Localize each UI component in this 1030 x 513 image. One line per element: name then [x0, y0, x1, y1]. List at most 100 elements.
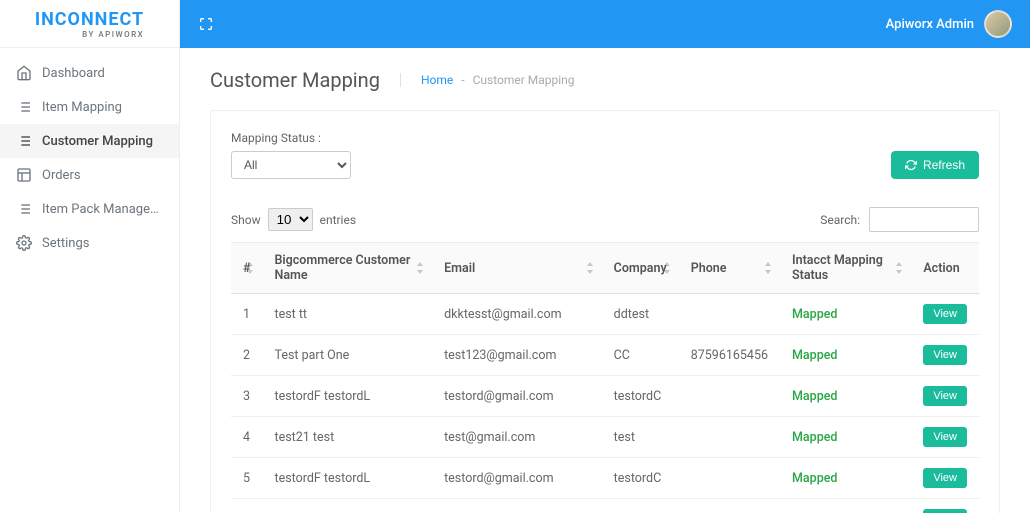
row-index: 6: [231, 499, 262, 513]
mapping-status: Mapped: [780, 335, 911, 376]
row-index: 1: [231, 294, 262, 335]
customer-name: testordF testordL: [262, 458, 432, 499]
table-row: 3testordF testordLtestord@gmail.comtesto…: [231, 376, 979, 417]
view-button[interactable]: View: [923, 386, 967, 406]
table-row: 2Test part Onetest123@gmail.comCC8759616…: [231, 335, 979, 376]
sidebar-item-dashboard[interactable]: Dashboard: [0, 56, 179, 90]
fullscreen-icon[interactable]: [198, 16, 214, 32]
logo-sub: BY APIWORX: [35, 30, 144, 39]
mapping-status: Mapped: [780, 294, 911, 335]
company: testordC: [602, 458, 679, 499]
column-header[interactable]: Intacct Mapping Status: [780, 243, 911, 294]
customer-name: test21 test: [262, 417, 432, 458]
logo-main: INCONNECT: [35, 9, 144, 30]
company: test: [602, 417, 679, 458]
phone: 87596165456: [679, 335, 780, 376]
column-header[interactable]: Company: [602, 243, 679, 294]
user-name[interactable]: Apiworx Admin: [886, 17, 974, 32]
mapping-status: Mapped: [780, 458, 911, 499]
email: dkktesst@gmail.com: [432, 294, 602, 335]
view-button[interactable]: View: [923, 468, 967, 488]
sidebar-item-settings[interactable]: Settings: [0, 226, 179, 260]
email: Dkktet@gmail.com: [432, 499, 602, 513]
customer-table: #Bigcommerce Customer NameEmailCompanyPh…: [231, 242, 979, 513]
orders-icon: [16, 167, 32, 183]
column-header[interactable]: Bigcommerce Customer Name: [262, 243, 432, 294]
refresh-label: Refresh: [923, 158, 965, 172]
sidebar-item-label: Item Pack Management...: [42, 202, 163, 217]
column-header[interactable]: #: [231, 243, 262, 294]
mapping-status-select[interactable]: All: [231, 151, 351, 179]
mapping-status-filter: Mapping Status : All: [231, 131, 351, 179]
email: test@gmail.com: [432, 417, 602, 458]
page-title: Customer Mapping: [210, 68, 380, 92]
nav: Dashboard Item Mapping Customer Mapping Ord…: [0, 48, 179, 260]
topbar: Apiworx Admin: [180, 0, 1030, 48]
column-header[interactable]: Action: [911, 243, 979, 294]
refresh-button[interactable]: Refresh: [891, 151, 979, 179]
sidebar: INCONNECT BY APIWORX Dashboard Item Mappi…: [0, 0, 180, 513]
phone: 6174910040: [679, 499, 780, 513]
breadcrumb-home[interactable]: Home: [421, 73, 453, 87]
sidebar-item-label: Dashboard: [42, 66, 105, 81]
search-box: Search:: [820, 207, 979, 232]
email: testord@gmail.com: [432, 376, 602, 417]
breadcrumb: Home - Customer Mapping: [400, 73, 575, 87]
refresh-icon: [905, 159, 917, 171]
mapping-status: Mapped: [780, 417, 911, 458]
gear-icon: [16, 235, 32, 251]
customer-name: Test part One: [262, 335, 432, 376]
table-row: 5testordF testordLtestord@gmail.comtesto…: [231, 458, 979, 499]
page-header: Customer Mapping Home - Customer Mapping: [180, 48, 1030, 110]
phone: [679, 294, 780, 335]
sidebar-item-customer-mapping[interactable]: Customer Mapping: [0, 124, 179, 158]
column-header[interactable]: Email: [432, 243, 602, 294]
breadcrumb-sep: -: [461, 73, 464, 87]
view-button[interactable]: View: [923, 345, 967, 365]
company: ddtest: [602, 294, 679, 335]
row-index: 2: [231, 335, 262, 376]
avatar[interactable]: [984, 10, 1012, 38]
company: mac's: [602, 499, 679, 513]
row-index: 3: [231, 376, 262, 417]
customer-name: Raj lll: [262, 499, 432, 513]
phone: [679, 417, 780, 458]
phone: [679, 458, 780, 499]
sidebar-item-label: Item Mapping: [42, 100, 122, 115]
view-button[interactable]: View: [923, 509, 967, 513]
customer-name: testordF testordL: [262, 376, 432, 417]
row-index: 5: [231, 458, 262, 499]
column-header[interactable]: Phone: [679, 243, 780, 294]
card: Mapping Status : All Refresh Show: [210, 110, 1000, 513]
show-entries: Show 10 entries: [231, 208, 356, 231]
company: testordC: [602, 376, 679, 417]
table-row: 1test ttdkktesst@gmail.comddtest Mapped Vi…: [231, 294, 979, 335]
list-icon: [16, 133, 32, 149]
mapping-status: Mapped: [780, 376, 911, 417]
entries-select[interactable]: 10: [268, 208, 313, 231]
phone: [679, 376, 780, 417]
sidebar-item-orders[interactable]: Orders: [0, 158, 179, 192]
company: CC: [602, 335, 679, 376]
customer-name: test tt: [262, 294, 432, 335]
row-index: 4: [231, 417, 262, 458]
mapping-status: Mapped: [780, 499, 911, 513]
sidebar-item-label: Customer Mapping: [42, 134, 153, 149]
sidebar-item-label: Settings: [42, 236, 89, 251]
search-input[interactable]: [869, 207, 979, 232]
table-row: 6Raj lllDkktet@gmail.commac's6174910040M…: [231, 499, 979, 513]
filter-label: Mapping Status :: [231, 131, 351, 145]
table-row: 4test21 testtest@gmail.comtest Mapped View: [231, 417, 979, 458]
sidebar-item-label: Orders: [42, 168, 81, 183]
sidebar-item-item-mapping[interactable]: Item Mapping: [0, 90, 179, 124]
view-button[interactable]: View: [923, 304, 967, 324]
list-icon: [16, 99, 32, 115]
view-button[interactable]: View: [923, 427, 967, 447]
home-icon: [16, 65, 32, 81]
email: test123@gmail.com: [432, 335, 602, 376]
list-icon: [16, 201, 32, 217]
email: testord@gmail.com: [432, 458, 602, 499]
sidebar-item-item-pack-management-[interactable]: Item Pack Management...: [0, 192, 179, 226]
logo[interactable]: INCONNECT BY APIWORX: [0, 0, 179, 48]
breadcrumb-current: Customer Mapping: [473, 73, 575, 87]
